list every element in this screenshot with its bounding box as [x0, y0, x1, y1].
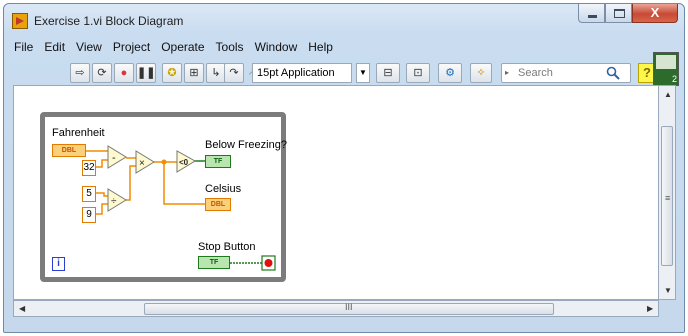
- labview-app-icon: [12, 13, 28, 29]
- menu-operate[interactable]: Operate: [155, 38, 209, 56]
- below-freezing-label: Below Freezing?: [205, 139, 287, 151]
- horizontal-scroll-thumb[interactable]: III: [144, 302, 554, 315]
- menu-tools[interactable]: Tools: [210, 38, 249, 56]
- vertical-scroll-thumb[interactable]: ≡: [661, 126, 673, 266]
- menu-view[interactable]: View: [70, 38, 107, 56]
- iteration-terminal[interactable]: i: [52, 257, 65, 271]
- stop-button-label: Stop Button: [198, 241, 256, 253]
- abort-icon[interactable]: ●: [114, 63, 134, 83]
- scroll-up-icon[interactable]: ▲: [664, 90, 672, 99]
- minimize-icon: [588, 15, 597, 18]
- minimize-button[interactable]: [578, 4, 605, 23]
- run-continuously-icon[interactable]: ⟳: [92, 63, 112, 83]
- menu-bar: File Edit View Project Operate Tools Win…: [8, 38, 338, 56]
- celsius-label: Celsius: [205, 183, 242, 195]
- vi-icon[interactable]: 2: [653, 52, 679, 86]
- reorder-icon[interactable]: ⚙: [438, 63, 462, 83]
- maximize-icon: [614, 9, 625, 18]
- scroll-right-icon[interactable]: ▶: [647, 304, 653, 313]
- distribute-objects-icon[interactable]: ⊡: [406, 63, 430, 83]
- constant-5[interactable]: 5: [82, 186, 96, 202]
- fahrenheit-label: Fahrenheit: [52, 127, 105, 139]
- horizontal-grip-icon: III: [345, 302, 353, 312]
- pause-icon[interactable]: ❚❚: [136, 63, 156, 83]
- font-selector[interactable]: 15pt Application Font: [252, 63, 352, 97]
- stop-button-terminal[interactable]: TF: [198, 256, 230, 269]
- close-button[interactable]: X: [632, 4, 678, 23]
- search-icon[interactable]: [606, 66, 620, 80]
- fahrenheit-terminal[interactable]: DBL: [52, 144, 86, 157]
- highlight-execution-icon[interactable]: ✪: [162, 63, 182, 83]
- horizontal-scrollbar[interactable]: ◀ III ▶: [13, 300, 659, 317]
- scroll-down-icon[interactable]: ▼: [664, 286, 672, 295]
- menu-edit[interactable]: Edit: [38, 38, 70, 56]
- search-placeholder: Search: [518, 67, 553, 79]
- search-input[interactable]: ▸ Search: [501, 63, 631, 83]
- toolbar: ⇨ ⟳ ● ❚❚ ✪ ⊞ ↳ ↷ ↗ 15pt Application Font…: [8, 52, 680, 97]
- menu-project[interactable]: Project: [107, 38, 155, 56]
- constant-9[interactable]: 9: [82, 207, 96, 223]
- retain-wire-values-icon[interactable]: ⊞: [184, 63, 204, 83]
- run-arrow-icon[interactable]: ⇨: [70, 63, 90, 83]
- title-bar: Exercise 1.vi Block Diagram X: [4, 4, 684, 36]
- vertical-scrollbar[interactable]: ▲ ≡ ▼: [659, 85, 676, 300]
- step-over-icon[interactable]: ↷: [224, 63, 244, 83]
- menu-file[interactable]: File: [8, 38, 38, 56]
- below-freezing-terminal[interactable]: TF: [205, 155, 231, 168]
- celsius-terminal[interactable]: DBL: [205, 198, 231, 211]
- vertical-grip-icon: ≡: [665, 193, 671, 203]
- step-into-icon[interactable]: ↳: [206, 63, 226, 83]
- maximize-button[interactable]: [605, 4, 632, 23]
- cleanup-diagram-icon[interactable]: ✧: [470, 63, 492, 83]
- window-title: Exercise 1.vi Block Diagram: [34, 14, 184, 28]
- window-controls: X: [578, 4, 678, 24]
- align-objects-icon[interactable]: ⊟: [376, 63, 400, 83]
- font-dropdown-icon[interactable]: ▼: [356, 63, 370, 83]
- menu-help[interactable]: Help: [302, 38, 338, 56]
- vi-icon-badge: 2: [671, 74, 677, 84]
- scroll-left-icon[interactable]: ◀: [19, 304, 25, 313]
- menu-window[interactable]: Window: [249, 38, 303, 56]
- search-expand-icon: ▸: [505, 68, 510, 77]
- constant-32[interactable]: 32: [82, 160, 96, 176]
